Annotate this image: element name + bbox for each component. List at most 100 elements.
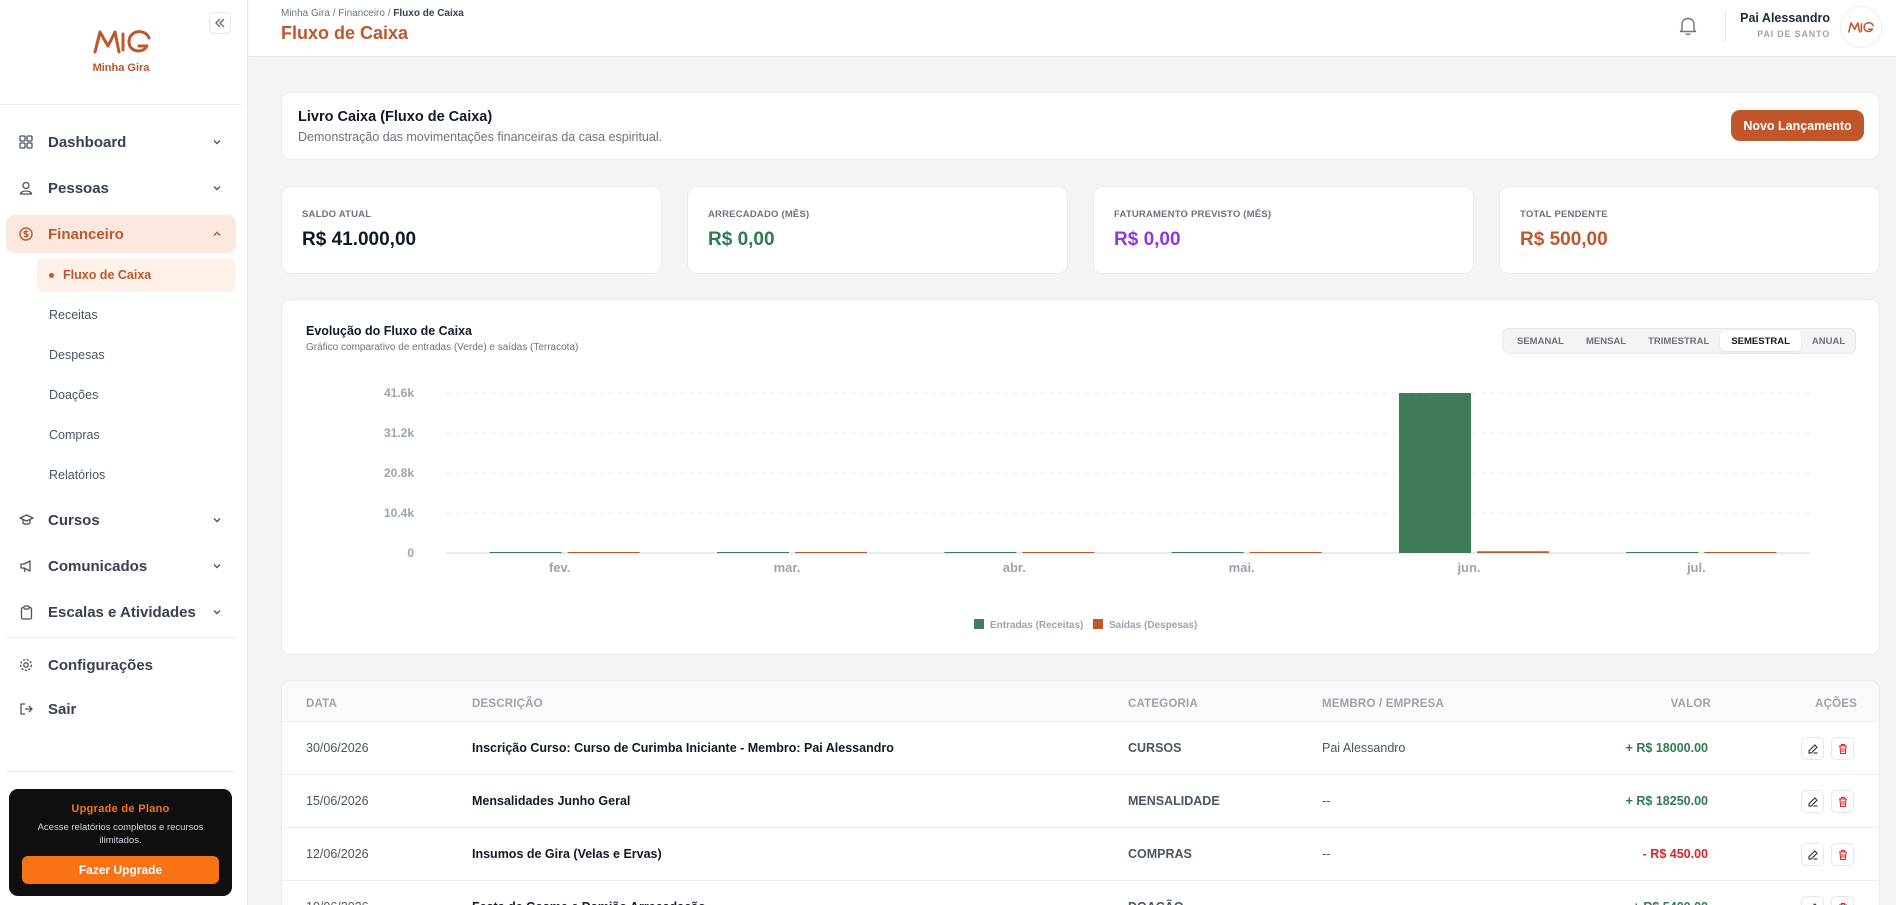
sidebar-item-cursos[interactable]: Cursos	[6, 501, 236, 539]
dollar-circle-icon	[18, 226, 34, 242]
sidebar-subitem-label: Fluxo de Caixa	[63, 268, 152, 282]
delete-button[interactable]	[1831, 843, 1854, 866]
sidebar-item-configuracoes[interactable]: Configurações	[6, 646, 236, 684]
sidebar-item-comunicados[interactable]: Comunicados	[6, 547, 236, 585]
sidebar-item-label: Cursos	[48, 511, 100, 529]
kpi-label: TOTAL PENDENTE	[1520, 209, 1608, 220]
page-title: Fluxo de Caixa	[281, 23, 409, 43]
sidebar-subitem-fluxo-de-caixa[interactable]: Fluxo de Caixa	[37, 258, 235, 292]
legend-swatch	[1093, 619, 1103, 629]
chevron-up-icon	[213, 231, 221, 236]
kpi-card-saldo: SALDO ATUAL R$ 41.000,00	[281, 186, 662, 274]
chevrons-left-icon	[215, 18, 225, 28]
sidebar-item-pessoas[interactable]: Pessoas	[6, 169, 236, 207]
breadcrumb-separator: /	[387, 8, 391, 19]
header-divider	[1725, 12, 1726, 42]
bar-entradas	[1626, 552, 1699, 553]
bar-entradas	[944, 552, 1017, 553]
breadcrumb-item[interactable]: Financeiro	[338, 8, 385, 19]
avatar[interactable]	[1840, 6, 1882, 48]
chevron-down-icon	[213, 610, 221, 615]
upgrade-button[interactable]: Fazer Upgrade	[22, 856, 219, 884]
column-header: AÇÕES	[1815, 698, 1857, 710]
kpi-card-pendente: TOTAL PENDENTE R$ 500,00	[1499, 186, 1880, 274]
sidebar-subitem-receitas[interactable]: Receitas	[37, 298, 235, 332]
x-tick-label: mar.	[774, 560, 801, 575]
breadcrumb-item[interactable]: Minha Gira	[281, 8, 330, 19]
edit-button[interactable]	[1801, 843, 1824, 866]
y-tick-label: 41.6k	[384, 386, 414, 400]
edit-button[interactable]	[1801, 790, 1824, 813]
column-header: VALOR	[1670, 698, 1711, 710]
megaphone-icon	[18, 558, 34, 574]
x-tick-label: jun.	[1456, 560, 1480, 575]
sidebar-item-sair[interactable]: Sair	[6, 690, 236, 728]
edit-icon	[1807, 743, 1818, 754]
bar-saidas	[567, 552, 640, 553]
chevron-down-icon	[213, 186, 221, 191]
bell-icon[interactable]	[1679, 16, 1697, 36]
chevron-down-icon	[213, 140, 221, 145]
nav-divider	[6, 771, 236, 772]
chevron-down-icon	[213, 518, 221, 523]
breadcrumb-current: Fluxo de Caixa	[393, 8, 464, 19]
x-tick-label: mai.	[1229, 560, 1255, 575]
bar-saidas	[1477, 551, 1549, 553]
brand-logo-icon	[1848, 22, 1874, 33]
value-cell: + R$ 5400.00	[1633, 900, 1708, 905]
bar-saidas	[1022, 552, 1095, 553]
description-cell: Insumos de Gira (Velas e Ervas)	[472, 847, 662, 861]
date-cell: 12/06/2026	[306, 847, 369, 861]
column-header: MEMBRO / EMPRESA	[1322, 698, 1445, 710]
edit-button[interactable]	[1801, 737, 1824, 760]
delete-button[interactable]	[1831, 896, 1854, 905]
bar-entradas	[1171, 552, 1244, 553]
clipboard-icon	[18, 604, 34, 620]
table-row: 15/06/2026 Mensalidades Junho Geral MENSAL…	[282, 774, 1878, 827]
sidebar-item-label: Escalas e Atividades	[48, 603, 196, 621]
logo: Minha Gira	[0, 0, 242, 105]
date-cell: 15/06/2026	[306, 794, 369, 808]
active-dot	[49, 272, 54, 278]
kpi-card-arrecadado: ARRECADADO (MÊS) R$ 0,00	[687, 186, 1068, 274]
kpi-value: R$ 41.000,00	[302, 229, 417, 250]
edit-icon	[1807, 849, 1818, 860]
sidebar-item-escalas[interactable]: Escalas e Atividades	[6, 593, 236, 631]
edit-button[interactable]	[1801, 896, 1824, 905]
cash-book-title: Livro Caixa (Fluxo de Caixa)	[298, 109, 493, 125]
sidebar-item-dashboard[interactable]: Dashboard	[6, 123, 236, 161]
upgrade-desc: Acesse relatórios completos e recursos i…	[37, 822, 204, 846]
graduation-cap-icon	[18, 512, 34, 528]
delete-button[interactable]	[1831, 737, 1854, 760]
grid-icon	[18, 134, 34, 150]
legend-label: Saídas (Despesas)	[1109, 620, 1197, 631]
bar-entradas	[1399, 393, 1471, 553]
new-entry-button[interactable]: Novo Lançamento	[1731, 110, 1864, 141]
bar-entradas	[717, 552, 789, 553]
cash-book-desc: Demonstração das movimentações financeir…	[298, 130, 663, 144]
sidebar-item-label: Sair	[48, 700, 77, 718]
sidebar-item-label: Pessoas	[48, 179, 109, 197]
bar-entradas	[489, 552, 562, 553]
table-row: 12/06/2026 Insumos de Gira (Velas e Ervas…	[282, 827, 1878, 880]
trash-icon	[1838, 743, 1847, 754]
kpi-label: ARRECADADO (MÊS)	[708, 209, 810, 220]
sidebar-subitem-label: Doações	[49, 388, 99, 402]
bar-saidas	[1249, 552, 1322, 553]
date-cell: 30/06/2026	[306, 741, 369, 755]
value-cell: + R$ 18250.00	[1625, 794, 1708, 808]
breadcrumb: Minha Gira / Financeiro / Fluxo de Caixa	[281, 8, 464, 19]
sidebar-subitem-despesas[interactable]: Despesas	[37, 338, 235, 372]
sidebar-subitem-doacoes[interactable]: Doações	[37, 378, 235, 412]
sidebar-subitem-relatorios[interactable]: Relatórios	[37, 458, 235, 492]
collapse-sidebar-button[interactable]	[209, 12, 231, 34]
sidebar-subitem-label: Receitas	[49, 308, 98, 322]
column-header: DESCRIÇÃO	[472, 698, 543, 710]
sidebar-subitem-label: Compras	[49, 428, 100, 442]
brand-name: Minha Gira	[92, 62, 150, 74]
sidebar-subitem-compras[interactable]: Compras	[37, 418, 235, 452]
delete-button[interactable]	[1831, 790, 1854, 813]
member-cell: Pai Alessandro	[1322, 741, 1406, 755]
sidebar-item-financeiro[interactable]: Financeiro	[6, 215, 236, 253]
legend-swatch	[974, 619, 984, 629]
